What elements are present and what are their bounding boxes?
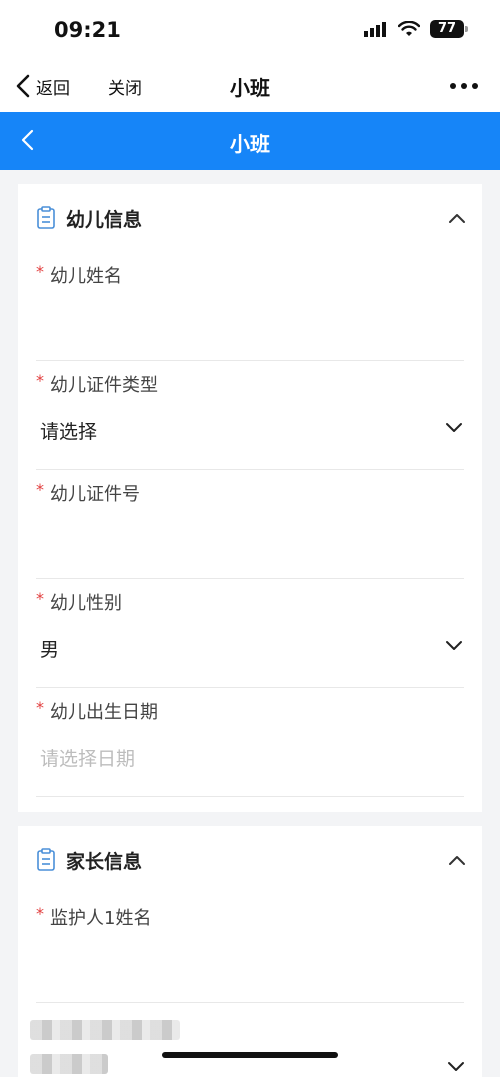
- parent-info-header[interactable]: 家长信息: [18, 826, 482, 894]
- status-time: 09:21: [54, 18, 121, 42]
- home-indicator[interactable]: [162, 1052, 338, 1058]
- parent-info-card: 家长信息 * 监护人1姓名: [18, 826, 482, 1077]
- back-label: 返回: [36, 78, 70, 99]
- child-info-title: 幼儿信息: [66, 209, 143, 231]
- child-gender-field[interactable]: * 幼儿性别 男: [36, 579, 464, 688]
- child-name-field[interactable]: * 幼儿姓名: [36, 252, 464, 361]
- header-title: 小班: [230, 132, 270, 156]
- header-back-icon[interactable]: [14, 126, 42, 154]
- required-mark: *: [36, 262, 44, 281]
- chevron-up-icon[interactable]: [446, 208, 468, 228]
- status-icons: 77: [364, 20, 468, 38]
- back-button[interactable]: 返回: [14, 72, 70, 100]
- child-birthdate-label: 幼儿出生日期: [50, 702, 158, 723]
- clipboard-icon: [37, 206, 55, 229]
- chevron-down-icon[interactable]: [444, 417, 464, 437]
- nav-bar: 返回 关闭 小班: [0, 60, 500, 112]
- child-info-header[interactable]: 幼儿信息: [18, 184, 482, 252]
- child-id-number-field[interactable]: * 幼儿证件号: [36, 470, 464, 579]
- wifi-icon: [398, 21, 420, 36]
- required-mark: *: [36, 904, 44, 923]
- obscured-field-label: [30, 1020, 180, 1040]
- clipboard-icon: [37, 848, 55, 871]
- page-title: 小班: [230, 76, 270, 100]
- required-mark: *: [36, 480, 44, 499]
- child-id-type-field[interactable]: * 幼儿证件类型 请选择: [36, 361, 464, 470]
- parent-info-title: 家长信息: [66, 851, 143, 873]
- status-bar: 09:21 77: [0, 0, 500, 60]
- child-birthdate-picker[interactable]: 请选择日期: [40, 744, 135, 771]
- close-button[interactable]: 关闭: [108, 74, 142, 99]
- more-icon[interactable]: [448, 74, 480, 98]
- child-gender-label: 幼儿性别: [50, 593, 122, 614]
- required-mark: *: [36, 371, 44, 390]
- child-info-card: 幼儿信息 * 幼儿姓名 * 幼儿证件类型 请选择 * 幼儿证件号 * 幼儿性别 男 * 幼…: [18, 184, 482, 812]
- required-mark: *: [36, 698, 44, 717]
- child-name-label: 幼儿姓名: [50, 266, 122, 287]
- guardian1-name-label: 监护人1姓名: [50, 908, 152, 929]
- guardian1-name-field[interactable]: * 监护人1姓名: [36, 894, 464, 1003]
- required-mark: *: [36, 589, 44, 608]
- chevron-down-icon[interactable]: [446, 1058, 466, 1074]
- battery-icon: 77: [430, 20, 468, 38]
- child-id-type-label: 幼儿证件类型: [50, 375, 158, 396]
- child-id-type-select[interactable]: 请选择: [40, 417, 97, 444]
- chevron-up-icon[interactable]: [446, 850, 468, 870]
- child-birthdate-field[interactable]: * 幼儿出生日期 请选择日期: [36, 688, 464, 797]
- child-id-number-label: 幼儿证件号: [50, 484, 140, 505]
- chevron-down-icon[interactable]: [444, 635, 464, 655]
- form-header: 小班: [0, 112, 500, 170]
- signal-icon: [364, 22, 386, 37]
- child-gender-select[interactable]: 男: [40, 635, 59, 662]
- chevron-left-icon: [16, 74, 30, 98]
- obscured-field-value: [30, 1054, 108, 1074]
